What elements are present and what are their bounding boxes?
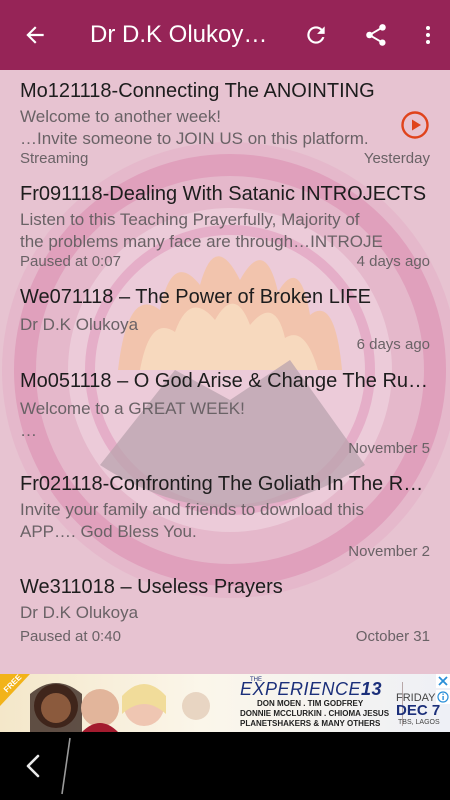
share-button[interactable] — [346, 0, 406, 70]
chevron-left-icon — [26, 754, 40, 778]
refresh-button[interactable] — [286, 0, 346, 70]
ad-event-name: EXPERIENCE — [240, 679, 362, 699]
episode-date: November 5 — [348, 440, 430, 457]
ad-date: DEC 7 — [396, 702, 441, 719]
episode-description: Dr D.K Olukoya — [20, 315, 139, 334]
episode-status: Paused at 0:40 — [20, 628, 121, 645]
toolbar-actions — [286, 0, 450, 70]
ad-event-title: EXPERIENCE13 — [240, 679, 382, 700]
system-back-button[interactable] — [14, 750, 54, 782]
list-item[interactable]: We311018 – Useless Prayers Dr D.K Olukoy… — [0, 566, 450, 650]
list-item[interactable]: Mo051118 – O God Arise & Change The Rul…… — [0, 360, 450, 463]
episode-date: 6 days ago — [356, 336, 430, 353]
back-button[interactable] — [0, 0, 70, 70]
arrow-left-icon — [26, 26, 44, 44]
list-item[interactable]: Fr091118-Dealing With Satanic INTROJECTS… — [0, 173, 450, 276]
episode-list[interactable]: Mo121118-Connecting The ANOINTING Welcom… — [0, 70, 450, 674]
episode-description: Invite your family and friends to downlo… — [20, 500, 364, 541]
system-navigation-bar — [0, 732, 450, 800]
episode-description: Welcome to a GREAT WEEK! … — [20, 399, 245, 440]
play-icon[interactable] — [400, 110, 430, 140]
app-bar: Dr D.K Olukoyа… — [0, 0, 450, 70]
list-item[interactable]: We071118 – The Power of Broken LIFE Dr D… — [0, 276, 450, 356]
more-options-button[interactable] — [406, 0, 450, 70]
refresh-icon — [307, 26, 325, 44]
episode-status: Streaming — [20, 150, 89, 167]
episode-title: Fr021118-Confronting The Goliath In The … — [20, 473, 432, 495]
episode-title: Mo051118 – O God Arise & Change The Rul… — [20, 370, 432, 392]
episode-date: 4 days ago — [356, 253, 430, 270]
episode-description: Listen to this Teaching Prayerfully, Maj… — [20, 210, 383, 251]
episode-title: Fr091118-Dealing With Satanic INTROJECTS — [20, 183, 427, 205]
ad-event-number: 13 — [361, 679, 383, 699]
ad-lineup-3: PLANETSHAKERS & MANY OTHERS — [240, 719, 381, 728]
ad-artwork — [0, 674, 450, 732]
more-vert-icon — [426, 26, 430, 44]
episode-date: October 31 — [355, 628, 430, 645]
list-item[interactable]: Fr021118-Confronting The Goliath In The … — [0, 463, 450, 566]
page-title: Dr D.K Olukoyа… — [90, 21, 268, 48]
episode-description: Welcome to another week! …Invite someone… — [20, 107, 369, 148]
ad-banner[interactable]: FREE THE EXPERIENCE13 DON MOEN . TIM GOD… — [0, 674, 450, 732]
ad-venue: TBS, LAGOS — [398, 719, 440, 726]
ad-lineup-2: DONNIE MCCLURKIN . CHIOMA JESUS — [240, 709, 390, 718]
nav-divider — [61, 737, 71, 795]
ad-lineup-1: DON MOEN . TIM GODFREY — [257, 699, 364, 708]
episode-title: We311018 – Useless Prayers — [20, 576, 283, 598]
share-icon — [366, 24, 386, 46]
episode-title: We071118 – The Power of Broken LIFE — [20, 286, 371, 308]
episode-date: November 2 — [348, 543, 430, 560]
episode-title: Mo121118-Connecting The ANOINTING — [20, 80, 375, 102]
episode-status: Paused at 0:07 — [20, 253, 121, 270]
list-item[interactable]: Mo121118-Connecting The ANOINTING Welcom… — [0, 70, 450, 173]
episode-date: Yesterday — [363, 150, 430, 167]
episode-description: Dr D.K Olukoya — [20, 603, 139, 622]
